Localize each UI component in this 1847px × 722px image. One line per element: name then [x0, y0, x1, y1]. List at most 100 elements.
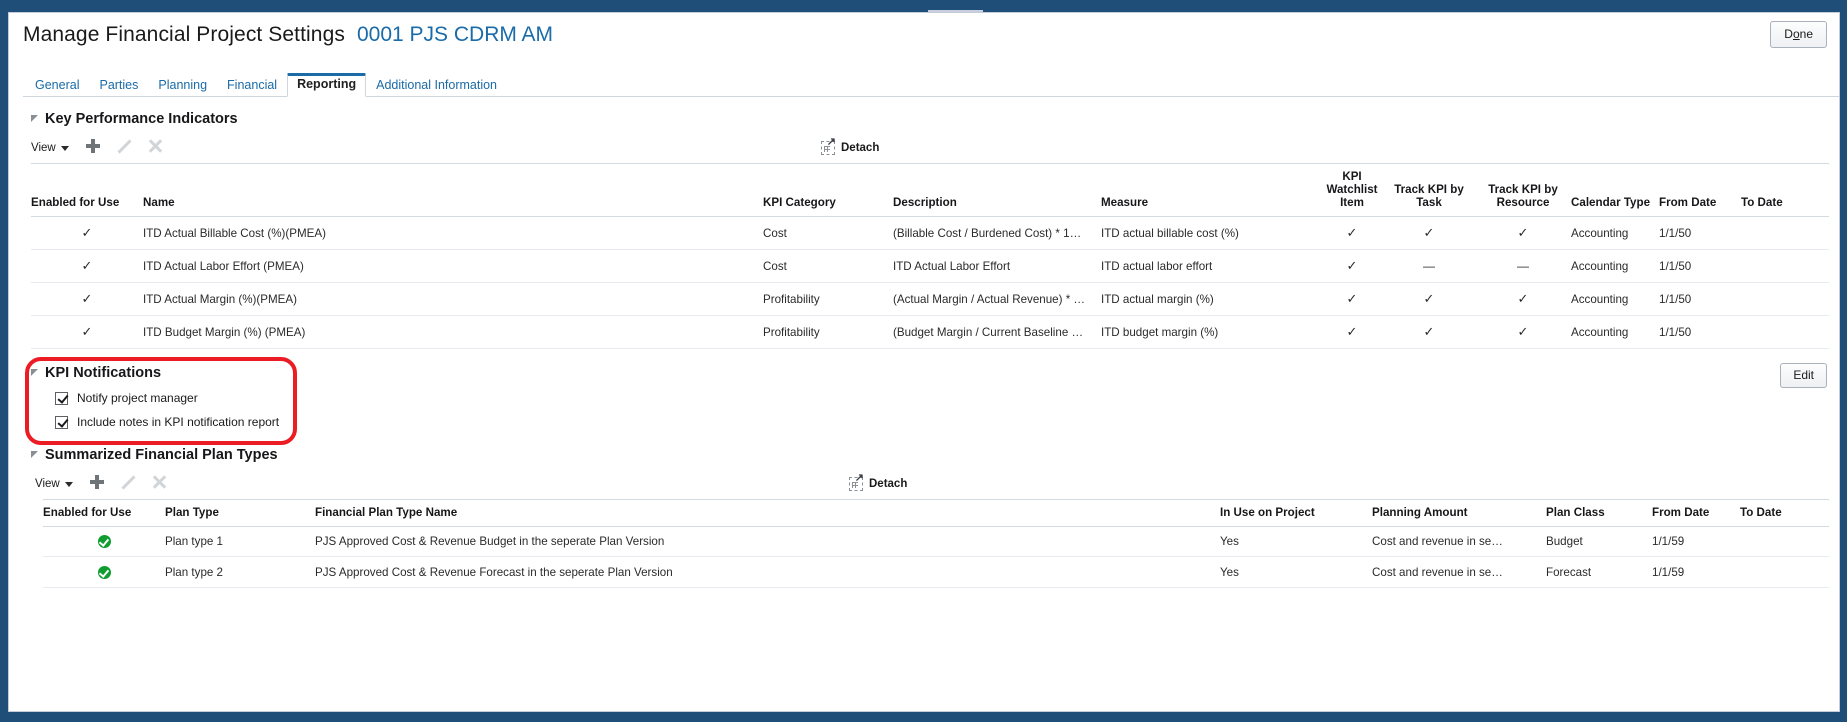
plan-col-from-date[interactable]: From Date	[1652, 499, 1740, 527]
plan-cell-to-date	[1740, 526, 1829, 558]
application-window: Manage Financial Project Settings 0001 P…	[0, 0, 1847, 722]
kpi-cell-to-date	[1741, 315, 1829, 349]
kpi-col-description[interactable]: Description	[893, 163, 1101, 217]
kpi-cell-calendar-type: Accounting	[1571, 249, 1659, 283]
kpi-cell-enabled: ✓	[31, 315, 143, 349]
tab-bar: General Parties Planning Financial Repor…	[23, 73, 1839, 97]
plan-cell-enabled	[43, 556, 165, 588]
plan-types-detach-button[interactable]: Detach	[849, 473, 907, 491]
tab-parties[interactable]: Parties	[89, 75, 148, 97]
plan-col-to-date[interactable]: To Date	[1740, 499, 1829, 527]
kpi-cell-name: ITD Actual Billable Cost (%)(PMEA)	[143, 216, 763, 250]
kpi-cell-track-resource: ✓	[1475, 282, 1571, 316]
plan-types-add-button[interactable]	[89, 475, 104, 493]
table-row[interactable]: Plan type 2 PJS Approved Cost & Revenue …	[43, 556, 1829, 588]
kpi-cell-measure: ITD actual labor effort	[1101, 249, 1321, 283]
tab-reporting[interactable]: Reporting	[287, 73, 367, 97]
tab-planning[interactable]: Planning	[148, 75, 217, 97]
plan-col-plan-type-name[interactable]: Financial Plan Type Name	[315, 499, 1220, 527]
kpi-table: Enabled for Use Name KPI Category Descri…	[31, 163, 1829, 349]
kpi-delete-button[interactable]	[148, 139, 162, 157]
kpi-table-header-row: Enabled for Use Name KPI Category Descri…	[31, 163, 1829, 217]
kpi-cell-category: Profitability	[763, 282, 893, 316]
x-icon	[152, 475, 166, 489]
plan-cell-plan-type-name: PJS Approved Cost & Revenue Forecast in …	[315, 556, 1220, 588]
kpi-cell-name: ITD Actual Margin (%)(PMEA)	[143, 282, 763, 316]
plan-types-view-menu[interactable]: View	[35, 478, 73, 490]
kpi-col-category[interactable]: KPI Category	[763, 163, 893, 217]
plan-col-planning-amount[interactable]: Planning Amount	[1372, 499, 1546, 527]
kpi-cell-track-resource: ✓	[1475, 315, 1571, 349]
table-row[interactable]: ✓ ITD Actual Billable Cost (%)(PMEA) Cos…	[31, 216, 1829, 250]
plan-types-edit-button[interactable]	[121, 475, 135, 493]
table-row[interactable]: Plan type 1 PJS Approved Cost & Revenue …	[43, 526, 1829, 558]
kpi-cell-track-resource: ✓	[1475, 216, 1571, 250]
kpi-edit-button[interactable]	[117, 139, 131, 157]
kpi-cell-watchlist: ✓	[1321, 282, 1383, 316]
table-row[interactable]: ✓ ITD Budget Margin (%) (PMEA) Profitabi…	[31, 315, 1829, 349]
kpi-cell-description: (Actual Margin / Actual Revenue) * …	[893, 282, 1101, 316]
green-check-icon	[97, 565, 111, 579]
plan-col-in-use[interactable]: In Use on Project	[1220, 499, 1372, 527]
green-check-icon	[97, 535, 111, 549]
kpi-col-name[interactable]: Name	[143, 163, 763, 217]
kpi-cell-measure: ITD actual margin (%)	[1101, 282, 1321, 316]
plan-cell-planning-amount: Cost and revenue in se…	[1372, 526, 1546, 558]
plan-col-enabled[interactable]: Enabled for Use	[43, 499, 165, 527]
include-notes-checkbox[interactable]	[55, 415, 68, 429]
collapse-triangle-icon[interactable]	[31, 114, 38, 122]
project-name-link[interactable]: 0001 PJS CDRM AM	[357, 23, 553, 47]
kpi-col-from-date[interactable]: From Date	[1659, 163, 1741, 217]
kpi-col-calendar-type[interactable]: Calendar Type	[1571, 163, 1659, 217]
tab-general[interactable]: General	[25, 75, 89, 97]
kpi-col-track-by-task[interactable]: Track KPI by Task	[1383, 163, 1475, 217]
chevron-down-icon	[60, 145, 69, 151]
kpi-cell-description: (Billable Cost / Burdened Cost) * 1…	[893, 216, 1101, 250]
kpi-cell-measure: ITD actual billable cost (%)	[1101, 216, 1321, 250]
table-row[interactable]: ✓ ITD Actual Margin (%)(PMEA) Profitabil…	[31, 282, 1829, 316]
kpi-add-button[interactable]	[85, 139, 100, 157]
done-button[interactable]: Done	[1770, 21, 1827, 48]
plan-types-table: Enabled for Use Plan Type Financial Plan…	[43, 499, 1829, 588]
kpi-detach-button[interactable]: Detach	[821, 137, 879, 155]
plan-cell-plan-type: Plan type 1	[165, 526, 315, 558]
notify-project-manager-row: Notify project manager	[55, 391, 1839, 405]
kpi-view-menu[interactable]: View	[31, 142, 69, 154]
plan-col-plan-type[interactable]: Plan Type	[165, 499, 315, 527]
plan-cell-in-use: Yes	[1220, 526, 1372, 558]
kpi-col-enabled[interactable]: Enabled for Use	[31, 163, 143, 217]
notify-project-manager-checkbox[interactable]	[55, 391, 68, 405]
tab-financial[interactable]: Financial	[217, 75, 287, 97]
plan-col-plan-class[interactable]: Plan Class	[1546, 499, 1652, 527]
kpi-cell-calendar-type: Accounting	[1571, 282, 1659, 316]
detach-icon	[849, 473, 864, 491]
kpi-cell-description: ITD Actual Labor Effort	[893, 249, 1101, 283]
kpi-notifications-header: KPI Notifications	[31, 365, 1839, 381]
plan-cell-plan-type-name: PJS Approved Cost & Revenue Budget in th…	[315, 526, 1220, 558]
table-row[interactable]: ✓ ITD Actual Labor Effort (PMEA) Cost IT…	[31, 249, 1829, 283]
kpi-toolbar: View Detach	[31, 133, 1839, 163]
kpi-col-track-by-resource[interactable]: Track KPI by Resource	[1475, 163, 1571, 217]
kpi-col-to-date[interactable]: To Date	[1741, 163, 1829, 217]
pencil-icon	[117, 139, 131, 153]
kpi-cell-name: ITD Budget Margin (%) (PMEA)	[143, 315, 763, 349]
collapse-triangle-icon[interactable]	[31, 368, 38, 376]
collapse-triangle-icon[interactable]	[31, 450, 38, 458]
kpi-cell-from-date: 1/1/50	[1659, 216, 1741, 250]
kpi-cell-description: (Budget Margin / Current Baseline …	[893, 315, 1101, 349]
include-notes-row: Include notes in KPI notification report	[55, 415, 1839, 429]
plan-types-section-title: Summarized Financial Plan Types	[45, 447, 278, 463]
kpi-col-measure[interactable]: Measure	[1101, 163, 1321, 217]
kpi-cell-category: Cost	[763, 249, 893, 283]
page-header: Manage Financial Project Settings 0001 P…	[9, 13, 1839, 69]
tab-additional-information[interactable]: Additional Information	[366, 75, 507, 97]
kpi-cell-track-resource: —	[1475, 249, 1571, 283]
edit-button[interactable]: Edit	[1780, 363, 1827, 388]
plan-cell-from-date: 1/1/59	[1652, 556, 1740, 588]
kpi-cell-calendar-type: Accounting	[1571, 315, 1659, 349]
plan-cell-in-use: Yes	[1220, 556, 1372, 588]
kpi-cell-track-task: ✓	[1383, 315, 1475, 349]
kpi-view-label: View	[31, 142, 56, 154]
plan-types-delete-button[interactable]	[152, 475, 166, 493]
kpi-col-watchlist-item[interactable]: KPI Watchlist Item	[1321, 163, 1383, 217]
